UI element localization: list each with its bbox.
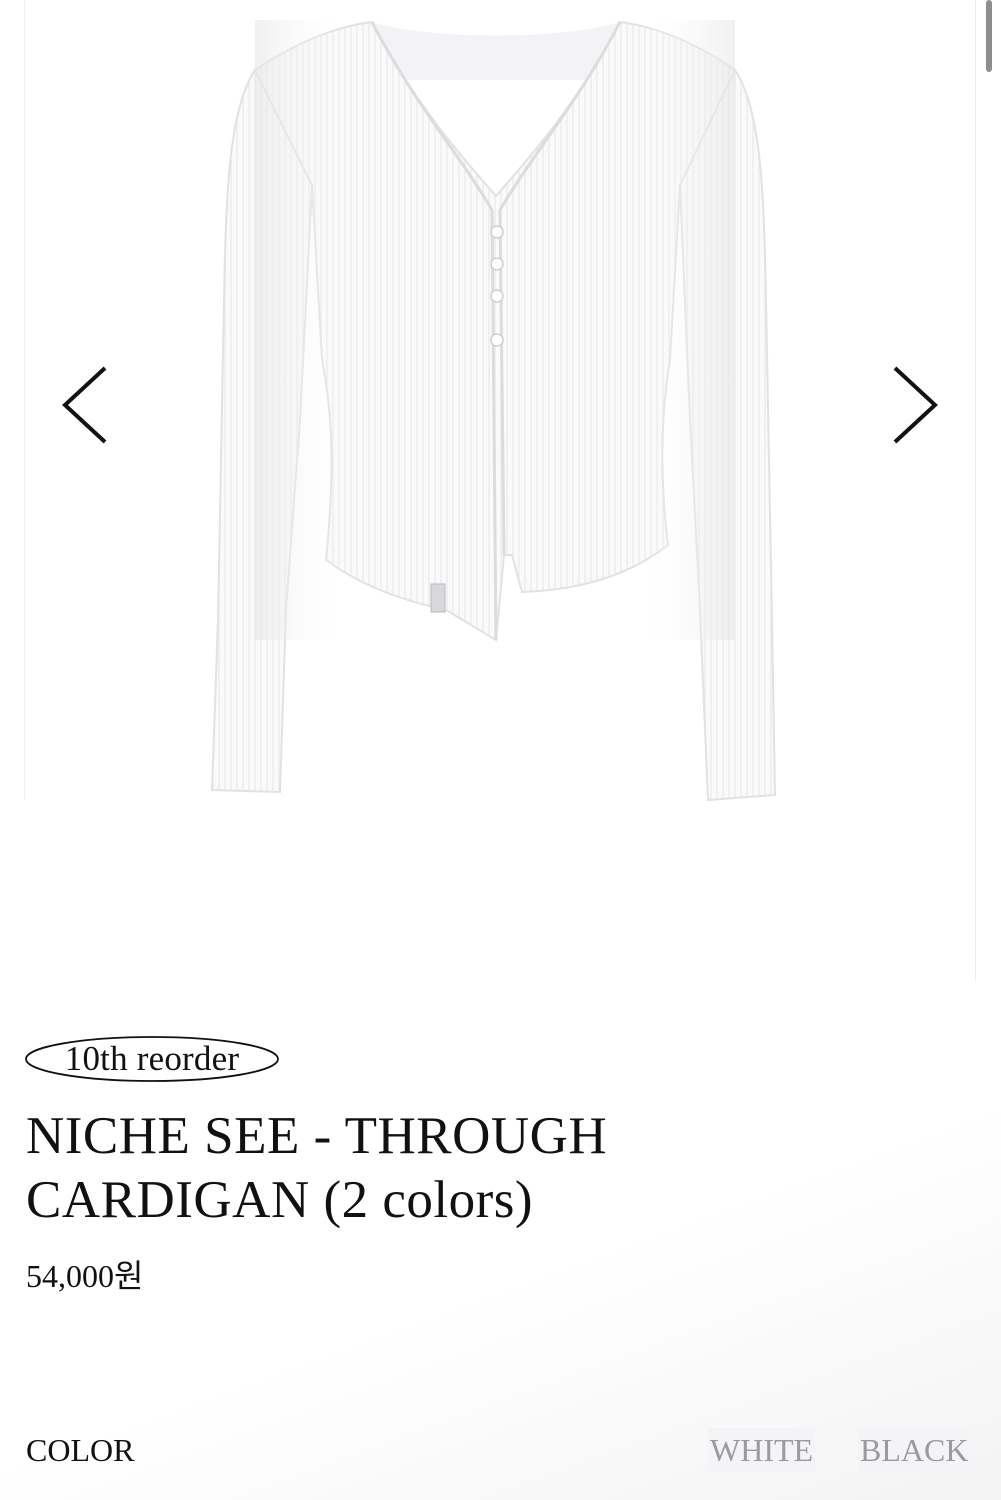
product-image	[210, 20, 777, 802]
reorder-badge-label: 10th reorder	[64, 1039, 240, 1078]
gallery-next-button[interactable]	[880, 350, 950, 460]
product-price: 54,000원	[26, 1258, 144, 1294]
color-option-black[interactable]: BLACK	[858, 1428, 971, 1472]
gallery-prev-button[interactable]	[50, 350, 120, 460]
product-title: NICHE SEE - THROUGH CARDIGAN (2 colors)	[26, 1107, 608, 1229]
color-option-label: COLOR	[26, 1432, 135, 1468]
color-option-white[interactable]: WHITE	[708, 1428, 816, 1472]
gallery-divider-left	[24, 0, 25, 800]
gallery-divider-right	[975, 0, 976, 980]
product-gallery	[0, 0, 976, 980]
chevron-right-icon	[893, 366, 938, 444]
page-scrollbar[interactable]	[986, 0, 992, 72]
reorder-badge: 10th reorder	[24, 1034, 280, 1084]
chevron-left-icon	[62, 366, 107, 444]
